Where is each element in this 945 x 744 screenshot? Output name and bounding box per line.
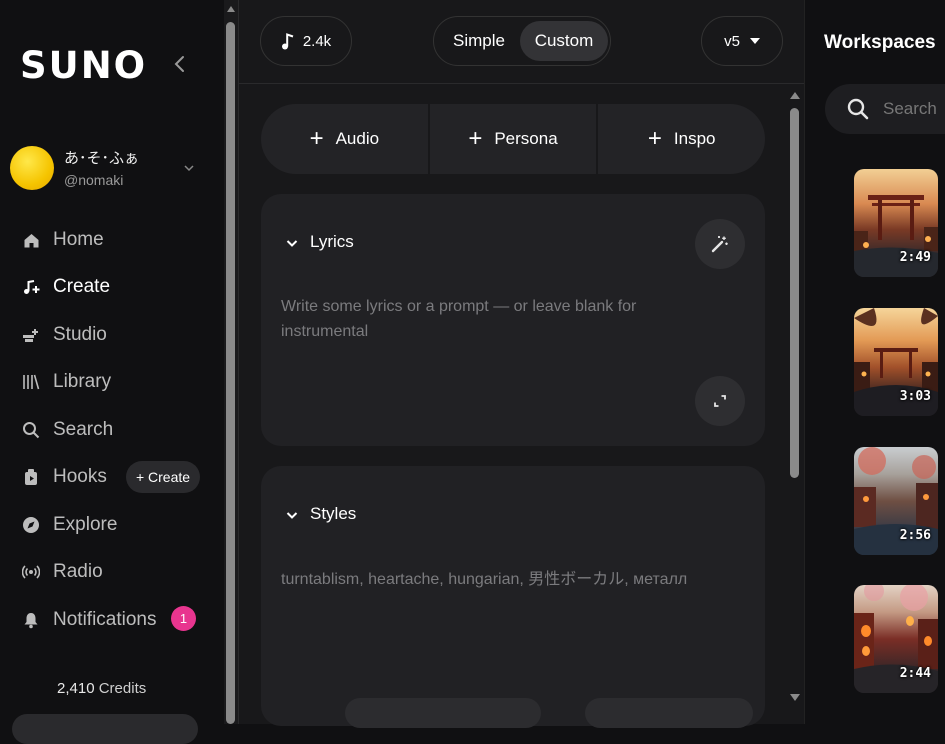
radio-icon bbox=[22, 563, 40, 581]
lyrics-header[interactable]: Lyrics bbox=[285, 232, 354, 252]
sidebar-item-create[interactable]: Create bbox=[22, 272, 110, 302]
sidebar-item-library[interactable]: Library bbox=[22, 367, 111, 397]
song-duration: 2:49 bbox=[899, 250, 931, 265]
song-thumbnail[interactable]: 2:44 bbox=[854, 585, 938, 693]
song-thumbnail[interactable]: 3:03 bbox=[854, 308, 938, 416]
mode-toggle: Simple Custom bbox=[433, 16, 611, 66]
sidebar-scrollbar[interactable] bbox=[224, 0, 238, 724]
add-inspo-button[interactable]: + Inspo bbox=[598, 104, 765, 174]
search-icon bbox=[847, 98, 869, 120]
credits-display[interactable]: 2,410 Credits bbox=[57, 680, 146, 697]
credits-label: Credits bbox=[98, 680, 147, 697]
add-inspo-label: Inspo bbox=[673, 129, 716, 148]
sidebar-item-notifications[interactable]: Notifications bbox=[22, 605, 157, 635]
scrollbar-thumb[interactable] bbox=[790, 108, 799, 478]
song-duration: 3:03 bbox=[899, 389, 931, 404]
workspaces-title[interactable]: Workspaces bbox=[824, 32, 936, 54]
lyrics-card: Lyrics Write some lyrics or a prompt — o… bbox=[261, 194, 765, 446]
magic-wand-icon bbox=[711, 235, 729, 253]
magic-wand-button[interactable] bbox=[695, 219, 745, 269]
search-icon bbox=[22, 421, 40, 439]
create-toolbar: 2.4k Simple Custom v5 bbox=[239, 0, 805, 84]
sidebar-item-label: Notifications bbox=[53, 609, 157, 630]
scrollbar-thumb[interactable] bbox=[226, 22, 235, 724]
plus-icon: + bbox=[309, 125, 324, 152]
search-placeholder: Search bbox=[883, 99, 937, 118]
lyrics-placeholder-line1: Write some lyrics or a prompt — or leave… bbox=[281, 298, 637, 315]
sidebar-item-label: Radio bbox=[53, 561, 103, 582]
create-music-icon bbox=[22, 278, 40, 296]
song-duration: 2:56 bbox=[899, 528, 931, 543]
library-icon bbox=[22, 373, 40, 391]
home-icon bbox=[22, 231, 40, 249]
sidebar-item-label: Hooks bbox=[53, 466, 107, 487]
song-thumbnail[interactable]: 2:49 bbox=[854, 169, 938, 277]
credits-value: 2,410 bbox=[57, 680, 95, 697]
scroll-up-arrow[interactable] bbox=[790, 92, 800, 99]
styles-label: Styles bbox=[310, 504, 357, 523]
styles-input[interactable]: turntablism, heartache, hungarian, 男性ボーカ… bbox=[281, 567, 751, 592]
sidebar-item-search[interactable]: Search bbox=[22, 415, 113, 445]
lyrics-placeholder-line2: instrumental bbox=[281, 323, 369, 340]
bell-icon bbox=[22, 611, 40, 629]
avatar[interactable] bbox=[10, 146, 54, 190]
workspaces-panel: Workspaces Search 2:49 3:03 2:56 2:44 bbox=[804, 0, 945, 724]
sidebar-item-label: Library bbox=[53, 371, 112, 392]
tab-custom[interactable]: Custom bbox=[520, 21, 608, 61]
create-panel: 2.4k Simple Custom v5 + Audio + Persona + I… bbox=[238, 0, 805, 728]
compass-icon bbox=[22, 516, 40, 534]
caret-down-icon bbox=[749, 38, 760, 44]
sidebar-item-label: Studio bbox=[53, 324, 107, 345]
lyrics-label: Lyrics bbox=[310, 232, 354, 251]
chevron-down-icon bbox=[285, 235, 299, 249]
add-audio-button[interactable]: + Audio bbox=[261, 104, 430, 174]
user-name[interactable]: あ･そ･ふぁ bbox=[64, 147, 139, 168]
styles-header[interactable]: Styles bbox=[285, 504, 356, 524]
styles-card: Styles turntablism, heartache, hungarian… bbox=[261, 466, 765, 726]
sidebar-item-studio[interactable]: Studio bbox=[22, 320, 107, 350]
notifications-badge: 1 bbox=[171, 606, 196, 631]
chevron-down-icon bbox=[285, 507, 299, 521]
music-note-icon bbox=[281, 32, 294, 50]
song-thumbnail[interactable]: 2:56 bbox=[854, 447, 938, 555]
scroll-up-arrow bbox=[227, 6, 235, 12]
chevron-down-icon[interactable] bbox=[183, 161, 195, 173]
sidebar-bottom-button[interactable] bbox=[12, 714, 198, 744]
sidebar-item-home[interactable]: Home bbox=[22, 225, 104, 255]
sidebar-item-explore[interactable]: Explore bbox=[22, 510, 117, 540]
collapse-sidebar-icon[interactable] bbox=[170, 52, 190, 76]
user-handle: @nomaki bbox=[64, 172, 124, 188]
add-audio-label: Audio bbox=[335, 129, 380, 148]
expand-icon bbox=[713, 394, 727, 408]
studio-icon bbox=[22, 326, 40, 344]
create-panel-scrollbar[interactable] bbox=[787, 88, 803, 708]
song-count-button[interactable]: 2.4k bbox=[260, 16, 352, 66]
version-select[interactable]: v5 bbox=[701, 16, 783, 66]
sidebar-item-label: Explore bbox=[53, 514, 118, 535]
hooks-icon bbox=[22, 468, 40, 486]
lyrics-input[interactable]: Write some lyrics or a prompt — or leave… bbox=[281, 294, 721, 344]
tab-simple[interactable]: Simple bbox=[438, 21, 520, 61]
hooks-create-button[interactable]: + Create bbox=[126, 461, 200, 493]
add-persona-button[interactable]: + Persona bbox=[430, 104, 599, 174]
sidebar-item-label: Create bbox=[53, 276, 111, 297]
song-count: 2.4k bbox=[302, 32, 332, 50]
add-options-bar: + Audio + Persona + Inspo bbox=[261, 104, 765, 174]
workspace-search-input[interactable]: Search bbox=[825, 84, 945, 134]
plus-icon: + bbox=[468, 125, 483, 152]
version-label: v5 bbox=[724, 32, 740, 50]
sidebar-item-radio[interactable]: Radio bbox=[22, 557, 103, 587]
sidebar-item-hooks[interactable]: Hooks bbox=[22, 462, 107, 492]
sidebar: SUNO あ･そ･ふぁ @nomaki Home Create Studio L… bbox=[0, 0, 224, 744]
add-persona-label: Persona bbox=[494, 129, 558, 148]
sidebar-item-label: Home bbox=[53, 229, 104, 250]
plus-icon: + bbox=[647, 125, 662, 152]
expand-button[interactable] bbox=[695, 376, 745, 426]
suno-logo[interactable]: SUNO bbox=[20, 44, 147, 87]
sidebar-item-label: Search bbox=[53, 419, 114, 440]
song-duration: 2:44 bbox=[899, 666, 931, 681]
scroll-down-arrow[interactable] bbox=[790, 694, 800, 701]
